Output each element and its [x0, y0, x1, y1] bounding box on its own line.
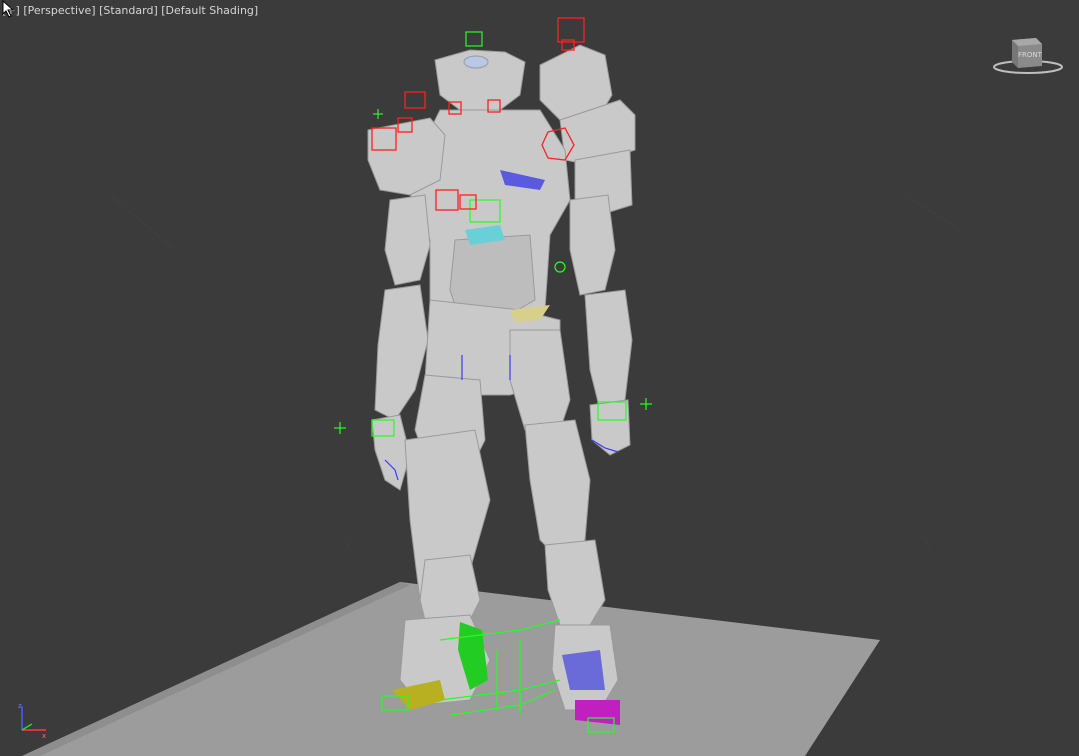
viewport-shading-mode[interactable]: [Default Shading] [161, 4, 258, 17]
viewport-shading-preset[interactable]: [Standard] [99, 4, 158, 17]
perspective-viewport[interactable]: [+] [Perspective] [Standard] [Default Sh… [0, 0, 1079, 756]
scene-canvas[interactable] [0, 0, 1079, 756]
axis-x-label: x [42, 732, 46, 740]
viewport-label: [+] [Perspective] [Standard] [Default Sh… [2, 4, 258, 17]
viewport-view-mode[interactable]: [Perspective] [23, 4, 95, 17]
viewcube-icon[interactable]: FRONT [990, 30, 1066, 78]
axis-z-label: z [18, 702, 22, 710]
viewcube-face-label: FRONT [1018, 51, 1043, 59]
axis-tripod-icon: z x [18, 702, 46, 740]
cursor-icon [2, 0, 15, 18]
